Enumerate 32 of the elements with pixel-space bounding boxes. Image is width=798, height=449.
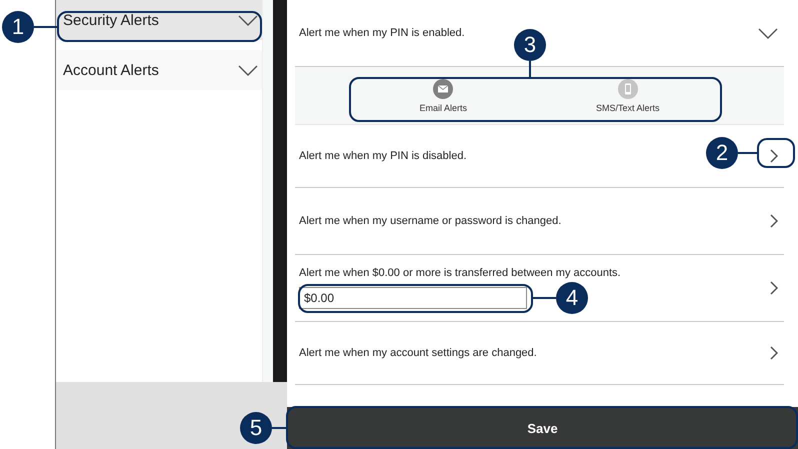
callout-number: 4: [556, 282, 588, 314]
alert-label: Alert me when my account settings are changed.: [299, 347, 537, 359]
alert-label: Alert me when my PIN is disabled.: [299, 150, 467, 162]
channel-label: Email Alerts: [419, 102, 467, 112]
chevron-right-icon[interactable]: [770, 214, 778, 228]
alert-label: Alert me when my PIN is enabled.: [299, 27, 465, 39]
amount-field[interactable]: $0.00: [299, 287, 527, 309]
chevron-down-icon[interactable]: [238, 64, 258, 76]
callout-number: 3: [514, 29, 546, 61]
leader-line: [529, 61, 531, 77]
sidebar-item[interactable]: Security Alerts: [56, 0, 262, 40]
chevron-right-icon[interactable]: [770, 346, 778, 360]
alert-row[interactable]: Alert me when my account settings are changed.: [295, 322, 784, 385]
alert-label: Alert me when $0.00 or more is transferred between my accounts.: [299, 267, 621, 279]
leader-line: [533, 297, 556, 299]
chevron-down-icon[interactable]: [758, 28, 778, 38]
envelope-icon[interactable]: [433, 78, 454, 98]
save-button[interactable]: Save: [287, 407, 798, 449]
sidebar-item[interactable]: Account Alerts: [56, 50, 262, 90]
alert-label: Alert me when my username or password is changed.: [299, 215, 562, 227]
phone-icon[interactable]: [618, 78, 638, 98]
chevron-right-icon[interactable]: [770, 281, 778, 295]
alert-row[interactable]: Alert me when my username or password is changed.: [295, 188, 784, 255]
callout-number: 2: [706, 137, 738, 169]
leader-line: [738, 152, 757, 154]
leader-line: [272, 427, 286, 429]
highlight-outline: [757, 138, 795, 168]
chevron-right-icon[interactable]: [770, 149, 778, 163]
callout-number: 1: [2, 11, 34, 43]
chevron-down-icon[interactable]: [238, 14, 258, 26]
leader-line: [34, 26, 57, 28]
channel-label: SMS/Text Alerts: [596, 102, 660, 112]
